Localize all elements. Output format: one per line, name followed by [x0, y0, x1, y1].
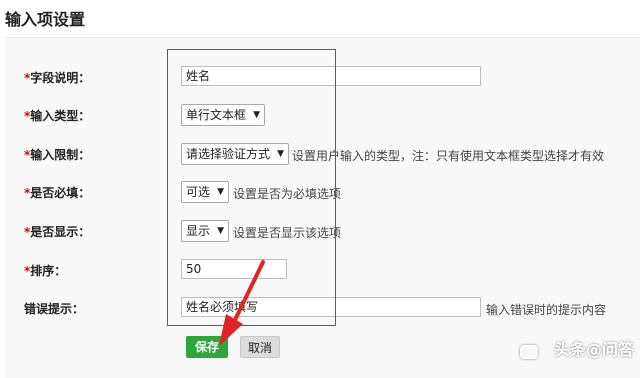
chat-bubble-icon: [520, 345, 538, 359]
label-input-type: *输入类型：: [24, 107, 90, 124]
label-display: *是否显示：: [24, 223, 90, 240]
label-sort-order: *排序：: [24, 262, 66, 279]
label-field-description: *字段说明：: [24, 69, 90, 86]
label-text: 输入类型：: [30, 109, 91, 123]
error-message-hint: 输入错误时的提示内容: [486, 303, 607, 317]
label-text: 是否显示：: [30, 225, 91, 239]
page-title: 输入项设置: [5, 10, 86, 29]
label-input-restriction: *输入限制：: [24, 146, 90, 163]
input-restriction-hint: 设置用户输入的类型，注：只有使用文本框类型选择才有效: [292, 149, 605, 163]
cancel-button[interactable]: 取消: [240, 336, 280, 358]
label-text: 输入限制：: [30, 148, 91, 162]
label-text: 是否必填：: [30, 186, 91, 200]
label-text: 错误提示：: [24, 302, 85, 316]
label-text: 排序：: [30, 264, 67, 278]
label-text: 字段说明：: [30, 71, 91, 85]
save-button[interactable]: 保存: [186, 336, 228, 358]
annotation-highlight-box: [167, 49, 336, 326]
label-required: *是否必填：: [24, 184, 90, 201]
label-error-message: 错误提示：: [24, 300, 84, 317]
watermark: 头条@问答: [553, 340, 634, 359]
